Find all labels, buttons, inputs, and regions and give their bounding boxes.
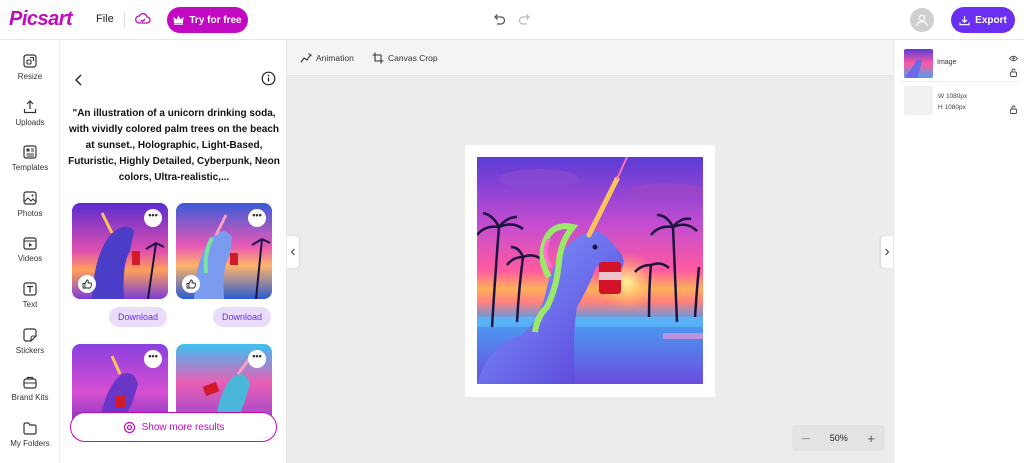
- thumbs-up-icon: [186, 279, 196, 289]
- sidebar-item-templates[interactable]: Templates: [0, 144, 60, 184]
- sidebar-item-label: Stickers: [15, 346, 45, 355]
- animation-label: Animation: [316, 53, 354, 63]
- export-button[interactable]: Export: [951, 7, 1015, 33]
- unlock-icon[interactable]: [1009, 68, 1018, 77]
- crown-icon: [173, 15, 184, 25]
- more-options-button[interactable]: •••: [144, 350, 162, 368]
- brand-kit-icon: [23, 376, 37, 389]
- cloud-sync-icon[interactable]: [135, 11, 151, 27]
- zoom-level[interactable]: 50%: [830, 433, 848, 443]
- sidebar-item-uploads[interactable]: Uploads: [0, 99, 60, 139]
- chevron-left-icon: [290, 248, 295, 256]
- result-thumbnail[interactable]: •••: [72, 203, 168, 299]
- info-icon[interactable]: [261, 71, 276, 86]
- ai-results-panel: "An illustration of a unicorn drinking s…: [60, 40, 287, 463]
- zoom-in-button[interactable]: +: [867, 431, 875, 446]
- divider: [124, 12, 125, 28]
- file-menu[interactable]: File: [96, 13, 114, 25]
- result-thumbnail[interactable]: •••: [176, 203, 272, 299]
- layer-row-image[interactable]: Image: [900, 46, 1019, 82]
- thumbs-up-icon: [82, 279, 92, 289]
- sidebar-item-text[interactable]: Text: [0, 281, 60, 321]
- layer-thumbnail: [904, 86, 933, 115]
- download-button[interactable]: Download: [213, 307, 271, 327]
- layer-width: W 1080px: [938, 93, 968, 100]
- download-icon: [959, 15, 970, 25]
- picsart-logo[interactable]: Picsart: [9, 8, 73, 31]
- sidebar-item-label: Templates: [11, 163, 49, 172]
- more-options-button[interactable]: •••: [248, 209, 266, 227]
- top-bar: Picsart File Try for free Export: [0, 0, 1024, 40]
- undo-icon[interactable]: [491, 11, 507, 27]
- sidebar-item-videos[interactable]: Videos: [0, 235, 60, 275]
- layer-image: [904, 49, 933, 78]
- animation-tool[interactable]: Animation: [300, 52, 354, 64]
- left-sidebar: Resize Uploads Templates Photos Videos T…: [0, 40, 60, 463]
- zoom-out-button[interactable]: —: [802, 434, 810, 443]
- resize-icon: [23, 54, 37, 68]
- unicorn-artwork: [477, 157, 703, 384]
- animation-icon: [300, 53, 312, 63]
- layers-panel: Image W 1080px H 1080px: [893, 40, 1024, 463]
- sidebar-item-brand-kits[interactable]: Brand Kits: [0, 374, 60, 414]
- eye-icon[interactable]: [1009, 54, 1018, 63]
- sidebar-item-label: Uploads: [15, 118, 45, 127]
- sidebar-item-label: Videos: [17, 254, 43, 263]
- like-button[interactable]: [78, 275, 96, 293]
- text-icon: [23, 282, 37, 296]
- redo-icon[interactable]: [517, 11, 533, 27]
- sidebar-item-label: Resize: [17, 72, 43, 81]
- unlock-icon[interactable]: [1009, 105, 1018, 114]
- zoom-control: — 50% +: [792, 425, 885, 451]
- video-icon: [23, 237, 37, 250]
- canvas-crop-label: Canvas Crop: [388, 53, 438, 63]
- download-button[interactable]: Download: [109, 307, 167, 327]
- sidebar-item-label: Brand Kits: [11, 393, 49, 402]
- try-for-free-label: Try for free: [189, 14, 242, 26]
- layer-name: Image: [937, 59, 957, 66]
- canvas-image[interactable]: [477, 157, 703, 384]
- more-options-button[interactable]: •••: [248, 350, 266, 368]
- export-label: Export: [975, 14, 1007, 26]
- like-button[interactable]: [182, 275, 200, 293]
- folder-icon: [23, 422, 37, 435]
- templates-icon: [23, 145, 37, 159]
- crop-icon: [372, 52, 384, 64]
- sidebar-item-resize[interactable]: Resize: [0, 53, 60, 93]
- prompt-text: "An illustration of a unicorn drinking s…: [68, 108, 280, 183]
- chevron-right-icon: [885, 248, 890, 256]
- more-options-button[interactable]: •••: [144, 209, 162, 227]
- sidebar-item-photos[interactable]: Photos: [0, 190, 60, 230]
- collapse-right-panel-button[interactable]: [881, 236, 893, 268]
- sticker-icon: [23, 328, 37, 342]
- photo-icon: [23, 191, 37, 205]
- canvas-frame[interactable]: [465, 145, 715, 397]
- upload-icon: [23, 100, 37, 114]
- avatar[interactable]: [910, 8, 934, 32]
- sidebar-item-label: Text: [22, 300, 38, 309]
- sparkle-swirl-icon: [123, 421, 135, 433]
- back-arrow-icon[interactable]: [72, 73, 86, 87]
- show-more-label: Show more results: [141, 421, 225, 433]
- collapse-left-panel-button[interactable]: [287, 236, 299, 268]
- sidebar-item-label: My Folders: [10, 439, 50, 448]
- canvas-crop-tool[interactable]: Canvas Crop: [372, 52, 438, 64]
- layer-dimensions: W 1080px H 1080px: [938, 91, 967, 113]
- sidebar-item-my-folders[interactable]: My Folders: [0, 420, 60, 460]
- user-icon: [916, 14, 928, 27]
- layer-row-background[interactable]: W 1080px H 1080px: [900, 84, 1019, 118]
- canvas-area: Animation Canvas Crop — 50% +: [287, 40, 893, 463]
- show-more-results-button[interactable]: Show more results: [70, 412, 277, 442]
- sidebar-item-label: Photos: [17, 209, 43, 218]
- layer-thumbnail: [904, 49, 933, 78]
- sidebar-item-stickers[interactable]: Stickers: [0, 327, 60, 367]
- try-for-free-button[interactable]: Try for free: [167, 7, 248, 33]
- canvas-toolbar: Animation Canvas Crop: [287, 40, 893, 76]
- layer-height: H 1080px: [938, 104, 966, 111]
